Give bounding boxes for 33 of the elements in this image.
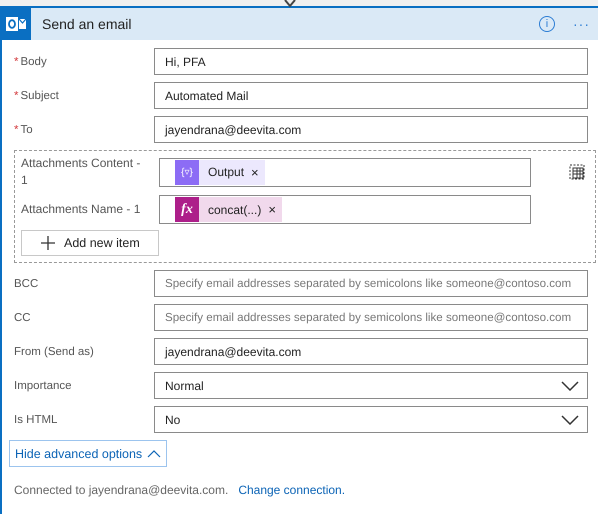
field-label: Importance [13, 380, 73, 392]
dropdown[interactable]: No [154, 406, 588, 433]
field-label: BCC [13, 278, 40, 290]
field-label: Is HTML [13, 414, 58, 426]
chevron-down-icon [561, 380, 579, 390]
plus-icon [40, 235, 56, 251]
chevron-down-icon [561, 414, 579, 424]
input-field[interactable]: jayendrana@deevita.com [154, 116, 588, 143]
field-label: * To [13, 124, 34, 136]
token-chip[interactable]: fx concat(...) × [175, 197, 282, 222]
input-field[interactable]: {▿} Output × [159, 158, 531, 186]
chevron-up-icon [147, 450, 162, 458]
input-field[interactable]: Specify email addresses separated by semicolons like someone@contoso.com [154, 270, 588, 297]
input-field[interactable]: jayendrana@deevita.com [154, 338, 588, 365]
input-field[interactable]: Hi, PFA [154, 48, 588, 75]
token-chip[interactable]: {▿} Output × [175, 160, 265, 184]
field-label: Attachments Name - 1 [21, 201, 142, 218]
change-connection-link[interactable]: Change connection. [238, 483, 346, 497]
input-field[interactable]: Specify email addresses separated by semicolons like someone@contoso.com [154, 304, 588, 331]
dropdown[interactable]: Normal [154, 372, 588, 399]
field-label: CC [13, 312, 32, 324]
input-field[interactable]: Automated Mail [154, 82, 588, 109]
field-label: * Subject [13, 90, 60, 102]
field-label: Attachments Content - 1 [21, 155, 142, 189]
info-icon[interactable]: i [539, 16, 555, 32]
card-title: Send an email [42, 16, 133, 32]
table-icon[interactable] [569, 164, 585, 180]
hide-advanced-options-button[interactable]: Hide advanced options [9, 440, 168, 467]
input-field[interactable]: fx concat(...) × [159, 195, 531, 224]
add-item-button[interactable]: Add new item [21, 230, 159, 256]
connection-text: Connected to jayendrana@deevita.com. [14, 483, 228, 497]
field-label: From (Send as) [13, 346, 95, 358]
field-label: * Body [13, 56, 48, 68]
